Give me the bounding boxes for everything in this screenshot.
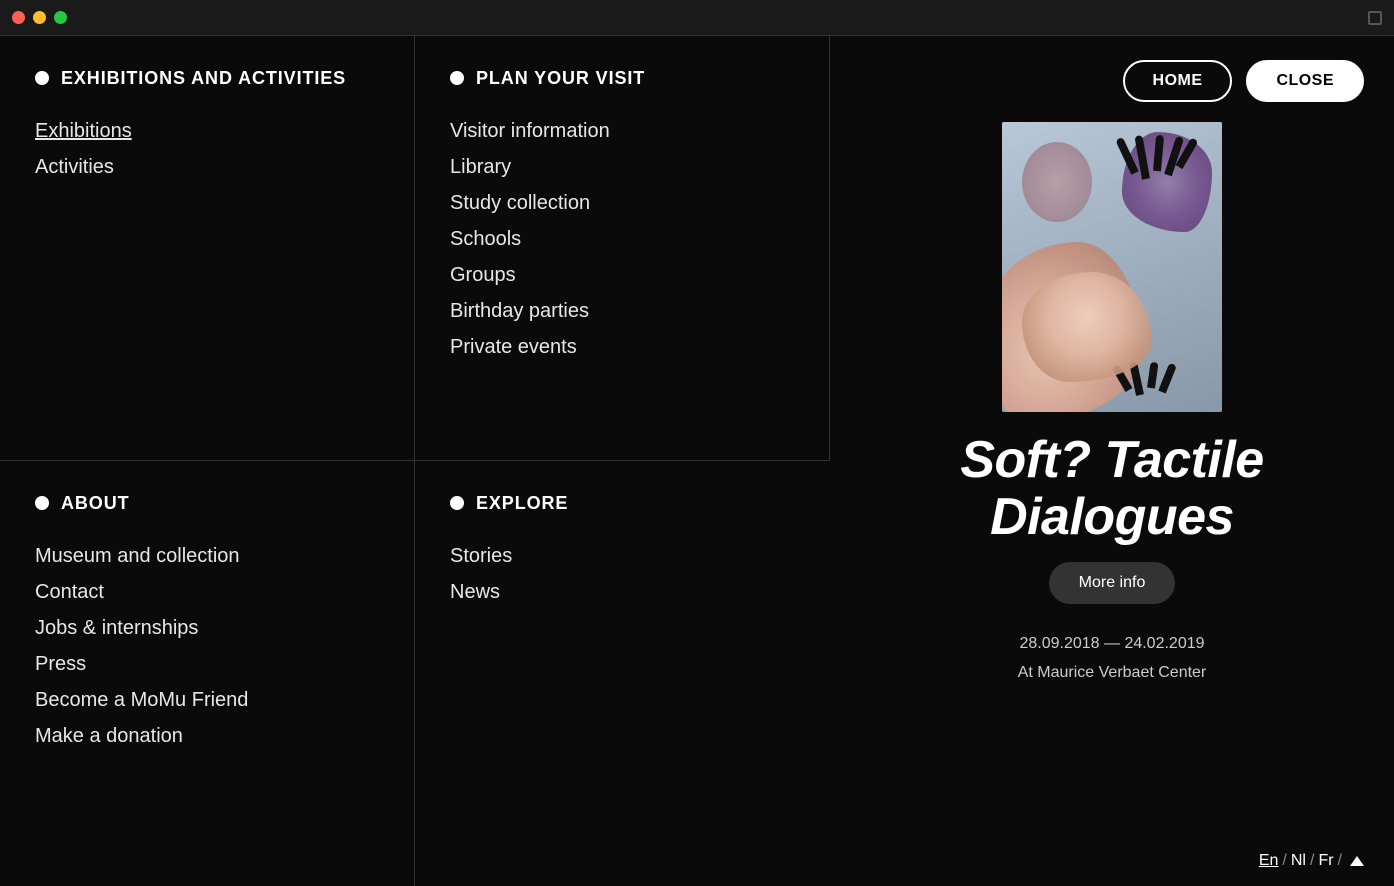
- explore-section: EXPLORE Stories News: [415, 461, 830, 886]
- date-range: 28.09.2018 — 24.02.2019: [860, 630, 1364, 659]
- schools-link[interactable]: Schools: [450, 228, 521, 250]
- lang-separator-2: /: [1310, 852, 1314, 870]
- plan-nav-list: Visitor information Library Study collec…: [450, 115, 794, 363]
- window-chrome: [0, 0, 1394, 36]
- feature-image: [1002, 122, 1222, 412]
- list-item: Schools: [450, 223, 794, 255]
- about-nav-list: Museum and collection Contact Jobs & int…: [35, 540, 379, 752]
- about-section-title: ABOUT: [61, 491, 130, 516]
- home-button[interactable]: HOME: [1123, 60, 1233, 102]
- stories-link[interactable]: Stories: [450, 545, 512, 567]
- list-item: Jobs & internships: [35, 612, 379, 644]
- make-donation-link[interactable]: Make a donation: [35, 725, 183, 747]
- become-momu-friend-link[interactable]: Become a MoMu Friend: [35, 689, 248, 711]
- more-info-button[interactable]: More info: [1049, 562, 1176, 604]
- feature-text: Soft? Tactile Dialogues More info 28.09.…: [830, 412, 1394, 836]
- lang-fr-link[interactable]: Fr: [1318, 852, 1333, 870]
- exhibitions-activities-section: EXHIBITIONS AND ACTIVITIES Exhibitions A…: [0, 36, 415, 461]
- list-item: Visitor information: [450, 115, 794, 147]
- news-link[interactable]: News: [450, 581, 500, 603]
- list-item: News: [450, 576, 795, 608]
- exhibitions-nav-list: Exhibitions Activities: [35, 115, 379, 183]
- language-bar: En / Nl / Fr /: [830, 836, 1394, 886]
- plan-section-header: PLAN YOUR VISIT: [450, 66, 794, 91]
- feature-image-container: [830, 122, 1394, 412]
- feature-location: At Maurice Verbaet Center: [860, 659, 1364, 688]
- feature-title: Soft? Tactile Dialogues: [860, 432, 1364, 546]
- lang-separator-1: /: [1282, 852, 1286, 870]
- main-grid: EXHIBITIONS AND ACTIVITIES Exhibitions A…: [0, 36, 1394, 886]
- lang-nl-link[interactable]: Nl: [1291, 852, 1306, 870]
- list-item: Contact: [35, 576, 379, 608]
- right-panel: HOME CLOSE: [830, 36, 1394, 886]
- close-button[interactable]: CLOSE: [1246, 60, 1364, 102]
- jobs-internships-link[interactable]: Jobs & internships: [35, 617, 198, 639]
- chevron-up-icon[interactable]: [1350, 856, 1364, 866]
- lang-en-link[interactable]: En: [1259, 852, 1279, 870]
- dot-icon: [35, 496, 49, 510]
- exhibitions-section-title: EXHIBITIONS AND ACTIVITIES: [61, 66, 346, 91]
- list-item: Stories: [450, 540, 795, 572]
- list-item: Become a MoMu Friend: [35, 684, 379, 716]
- traffic-light-red[interactable]: [12, 11, 25, 24]
- top-bar: HOME CLOSE: [830, 36, 1394, 122]
- exhibitions-section-header: EXHIBITIONS AND ACTIVITIES: [35, 66, 379, 91]
- study-collection-link[interactable]: Study collection: [450, 192, 590, 214]
- feature-title-line1: Soft? Tactile: [960, 431, 1263, 489]
- explore-nav-list: Stories News: [450, 540, 795, 608]
- list-item: Birthday parties: [450, 295, 794, 327]
- library-link[interactable]: Library: [450, 156, 511, 178]
- list-item: Activities: [35, 151, 379, 183]
- explore-section-header: EXPLORE: [450, 491, 795, 516]
- traffic-light-yellow[interactable]: [33, 11, 46, 24]
- list-item: Study collection: [450, 187, 794, 219]
- dot-icon: [35, 71, 49, 85]
- list-item: Exhibitions: [35, 115, 379, 147]
- birthday-parties-link[interactable]: Birthday parties: [450, 300, 589, 322]
- lang-separator-3: /: [1338, 852, 1342, 870]
- museum-collection-link[interactable]: Museum and collection: [35, 545, 240, 567]
- activities-link[interactable]: Activities: [35, 156, 114, 178]
- dot-icon: [450, 496, 464, 510]
- list-item: Private events: [450, 331, 794, 363]
- private-events-link[interactable]: Private events: [450, 336, 577, 358]
- list-item: Make a donation: [35, 720, 379, 752]
- list-item: Press: [35, 648, 379, 680]
- press-link[interactable]: Press: [35, 653, 86, 675]
- groups-link[interactable]: Groups: [450, 264, 516, 286]
- about-section-header: ABOUT: [35, 491, 379, 516]
- plan-section-title: PLAN YOUR VISIT: [476, 66, 645, 91]
- exhibitions-link[interactable]: Exhibitions: [35, 120, 132, 142]
- traffic-light-green[interactable]: [54, 11, 67, 24]
- about-section: ABOUT Museum and collection Contact Jobs…: [0, 461, 415, 886]
- list-item: Library: [450, 151, 794, 183]
- contact-link[interactable]: Contact: [35, 581, 104, 603]
- feature-title-line2: Dialogues: [990, 488, 1234, 546]
- list-item: Groups: [450, 259, 794, 291]
- plan-your-visit-section: PLAN YOUR VISIT Visitor information Libr…: [415, 36, 830, 461]
- dot-icon: [450, 71, 464, 85]
- feature-dates: 28.09.2018 — 24.02.2019 At Maurice Verba…: [860, 630, 1364, 688]
- explore-section-title: EXPLORE: [476, 491, 568, 516]
- window-resize-icon[interactable]: [1368, 11, 1382, 25]
- visitor-info-link[interactable]: Visitor information: [450, 120, 610, 142]
- list-item: Museum and collection: [35, 540, 379, 572]
